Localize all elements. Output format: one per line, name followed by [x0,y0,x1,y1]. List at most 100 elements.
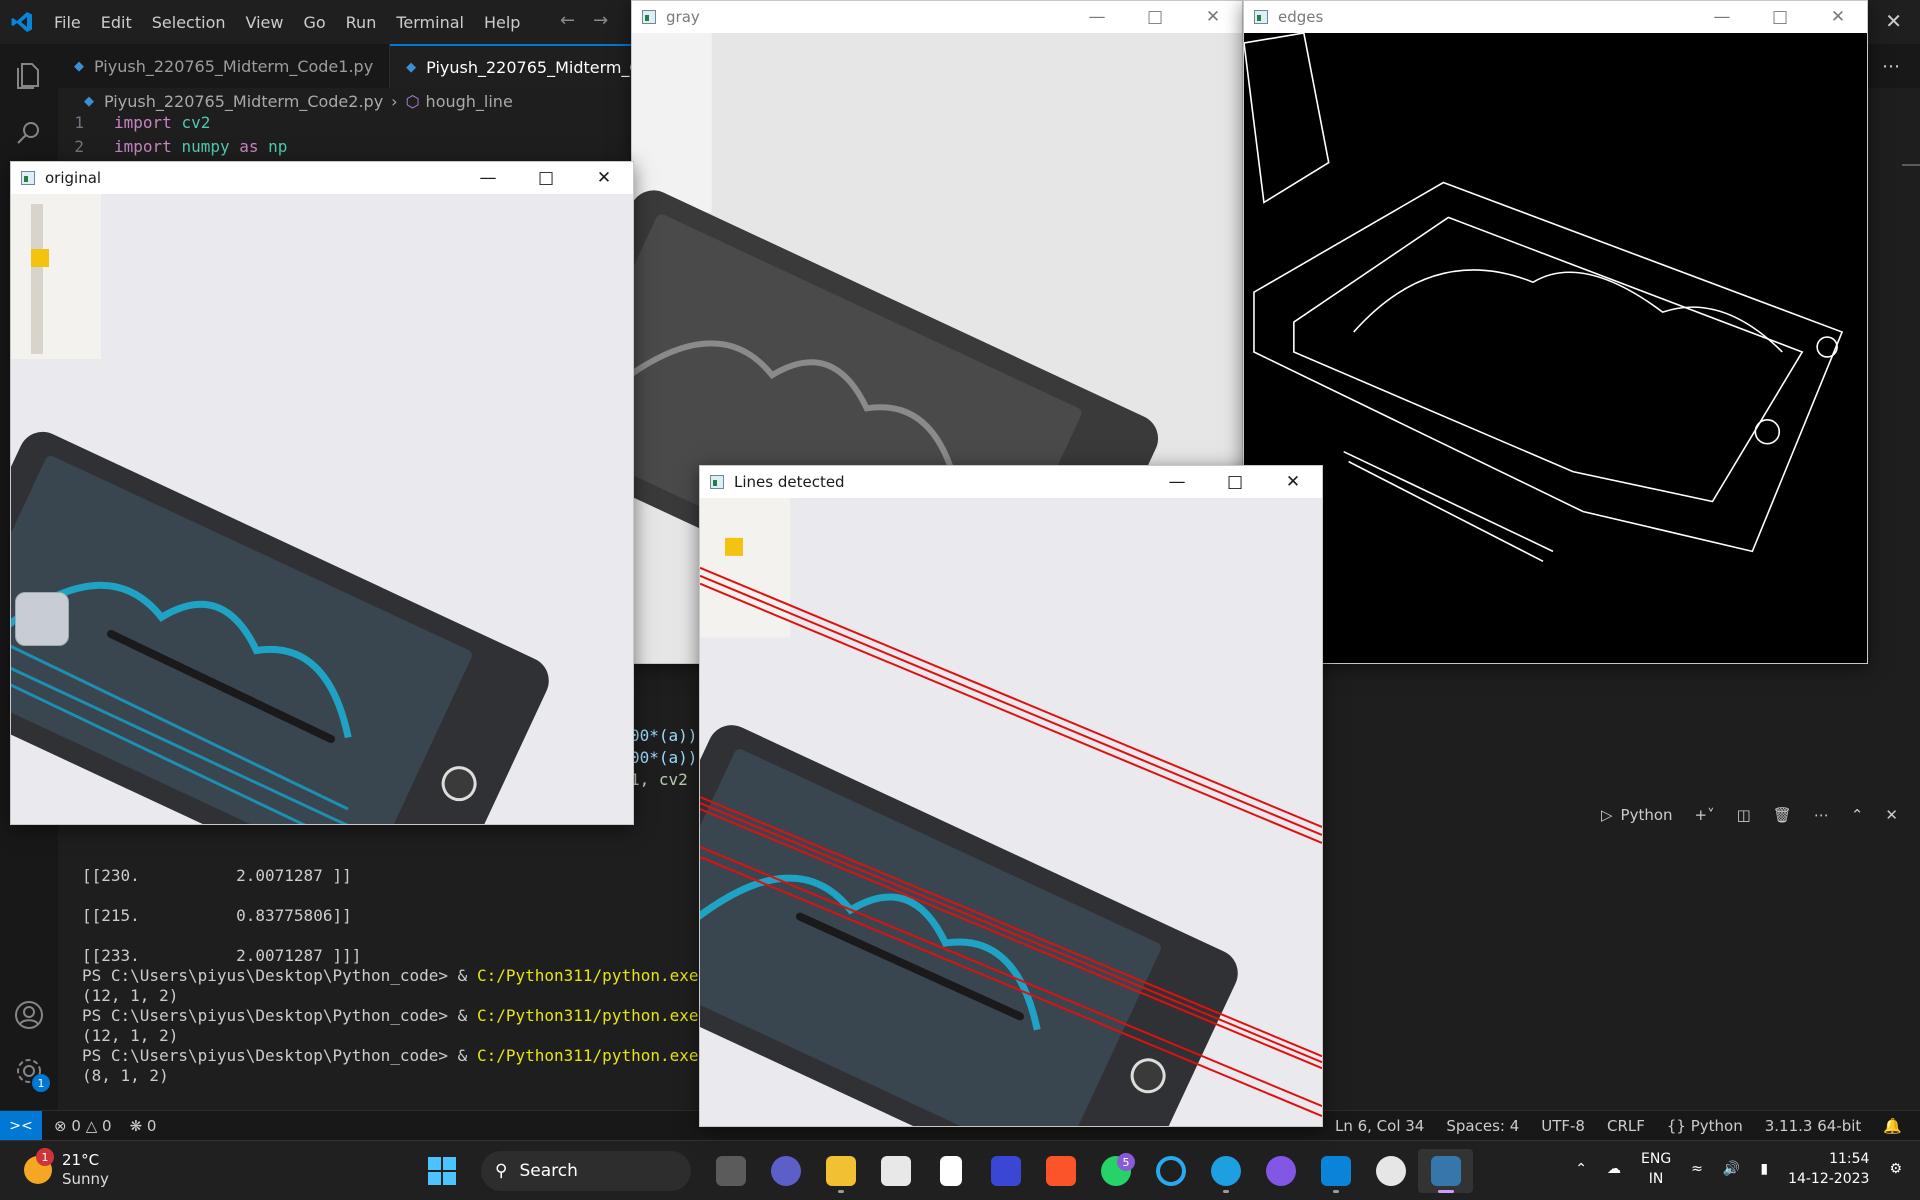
more-actions-icon[interactable]: ⋯ [1882,56,1900,77]
notification-icon[interactable]: ⚙ [1889,1161,1902,1177]
close-panel-icon[interactable]: ✕ [1885,806,1898,824]
window-title: edges [1278,8,1324,26]
github-icon[interactable] [1253,1149,1308,1193]
menu-file[interactable]: File [44,13,91,32]
terminal-profile[interactable]: ▷ Python [1601,806,1673,824]
terminal-line: PS C:\Users\piyus\Desktop\Python_code> &… [82,1046,737,1066]
menu-view[interactable]: View [236,13,294,32]
language-mode[interactable]: {} Python [1667,1117,1743,1135]
floating-widget-icon[interactable] [15,592,69,646]
file-explorer-icon[interactable] [813,1149,868,1193]
window-titlebar[interactable]: Lines detected — □ ✕ [700,466,1322,498]
close-icon[interactable]: ✕ [1809,1,1867,33]
breadcrumb-file[interactable]: Piyush_220765_Midterm_Code2.py [104,92,383,111]
tab-code1[interactable]: ◆ Piyush_220765_Midterm_Code1.py [58,44,391,88]
minimize-icon[interactable]: — [1693,1,1751,33]
ports-status[interactable]: ❋ 0 [130,1117,157,1135]
microsoft-store-icon[interactable] [868,1149,923,1193]
onedrive-icon[interactable]: ☁ [1607,1161,1621,1177]
indentation[interactable]: Spaces: 4 [1446,1117,1519,1135]
maximize-icon[interactable]: □ [517,162,575,194]
encoding[interactable]: UTF-8 [1541,1117,1585,1135]
explorer-icon[interactable] [12,58,46,92]
minimize-icon[interactable]: — [459,162,517,194]
close-icon[interactable]: ✕ [1885,9,1902,33]
lines-detected-window[interactable]: Lines detected — □ ✕ [699,465,1323,1127]
search-icon[interactable] [12,116,46,150]
back-arrow-icon[interactable]: ← [560,10,575,31]
maximize-panel-chevron-up-icon[interactable]: ⌃ [1851,806,1864,824]
python-taskbar-icon[interactable] [1418,1149,1473,1193]
menu-selection[interactable]: Selection [142,13,236,32]
close-icon[interactable]: ✕ [1264,466,1322,498]
maximize-icon[interactable]: □ [1126,1,1184,33]
cursor-position[interactable]: Ln 6, Col 34 [1335,1117,1424,1135]
terminal-output[interactable]: [[230. 2.0071287 ]] [[215. 0.83775806]] [[… [82,866,737,1086]
original-window[interactable]: original — □ ✕ [10,161,634,825]
menu-terminal[interactable]: Terminal [386,13,474,32]
taskbar-search[interactable]: ⚲ Search [481,1151,691,1191]
problems-status[interactable]: ⊗ 0 △ 0 [54,1117,112,1135]
weather-widget[interactable]: 1 21°C Sunny [24,1148,109,1189]
terminal-line: (8, 1, 2) [82,1066,169,1085]
window-title: gray [666,8,700,26]
system-tray: ⌃ ☁ ENG IN ≈ 🔊 ▮ 11:54 14-12-2023 ⚙ [1575,1149,1902,1189]
new-terminal-plus-icon[interactable]: +˅ [1695,806,1715,824]
remote-indicator-icon[interactable]: >< [0,1110,42,1141]
terminal-line: [[230. 2.0071287 ]] [82,866,352,885]
app-icon[interactable] [978,1149,1033,1193]
maximize-icon[interactable]: □ [1751,1,1809,33]
code-fragment-line: 00*(a)) [630,748,698,767]
manage-gear-icon[interactable]: 1 [12,1054,50,1092]
line-ending[interactable]: CRLF [1607,1117,1645,1135]
close-icon[interactable]: ✕ [1184,1,1242,33]
maximize-icon[interactable]: □ [1206,466,1264,498]
menu-edit[interactable]: Edit [91,13,142,32]
edge-browser-icon[interactable] [1198,1149,1253,1193]
terminal-line: PS C:\Users\piyus\Desktop\Python_code> &… [82,1006,737,1026]
scrollbar-indicator[interactable] [1902,164,1920,166]
braces-icon: {} [1666,1116,1686,1135]
menu-run[interactable]: Run [336,13,387,32]
window-titlebar[interactable]: original — □ ✕ [11,162,633,194]
kill-terminal-trash-icon[interactable]: 🗑 [1773,806,1792,824]
time: 11:54 [1829,1151,1870,1167]
chevron-up-icon[interactable]: ⌃ [1575,1161,1587,1177]
notepad-icon[interactable] [923,1149,978,1193]
terminal-interpreter-path: C:/Python311/python.exe [476,1006,699,1025]
minimize-icon[interactable]: — [1148,466,1206,498]
app-icon[interactable] [1363,1149,1418,1193]
notifications-bell-icon[interactable]: 🔔 [1883,1117,1902,1135]
window-titlebar[interactable]: gray — □ ✕ [632,1,1242,33]
vscode-taskbar-icon[interactable] [1308,1149,1363,1193]
input-language[interactable]: ENG IN [1641,1149,1671,1189]
battery-icon[interactable]: ▮ [1760,1161,1768,1177]
menu-go[interactable]: Go [293,13,335,32]
teams-chat-icon[interactable] [758,1149,813,1193]
task-view-icon[interactable] [703,1149,758,1193]
wifi-icon[interactable]: ≈ [1691,1161,1703,1177]
split-terminal-icon[interactable]: ◫ [1737,806,1751,824]
close-icon[interactable]: ✕ [575,162,633,194]
cortana-icon[interactable] [1143,1149,1198,1193]
clock[interactable]: 11:54 14-12-2023 [1788,1149,1869,1189]
python-interpreter[interactable]: 3.11.3 64-bit [1765,1117,1862,1135]
edges-window[interactable]: edges — □ ✕ [1243,0,1868,664]
brave-browser-icon[interactable] [1033,1149,1088,1193]
window-titlebar[interactable]: edges — □ ✕ [1244,1,1867,33]
breadcrumb-symbol[interactable]: hough_line [426,92,513,111]
symbol-method-icon: ⬡ [405,91,420,111]
code-editor[interactable]: 1 import cv2 2 import numpy as np [58,110,287,158]
more-actions-icon[interactable]: ⋯ [1814,806,1829,824]
menu-help[interactable]: Help [474,13,530,32]
volume-icon[interactable]: 🔊 [1723,1161,1740,1177]
accounts-icon[interactable] [12,998,46,1032]
python-file-icon: ◆ [74,58,84,74]
forward-arrow-icon[interactable]: → [593,10,608,31]
whatsapp-icon[interactable]: 5 [1088,1149,1143,1193]
start-button[interactable] [414,1149,469,1193]
terminal-profile-label: Python [1620,806,1673,824]
minimize-icon[interactable]: — [1068,1,1126,33]
